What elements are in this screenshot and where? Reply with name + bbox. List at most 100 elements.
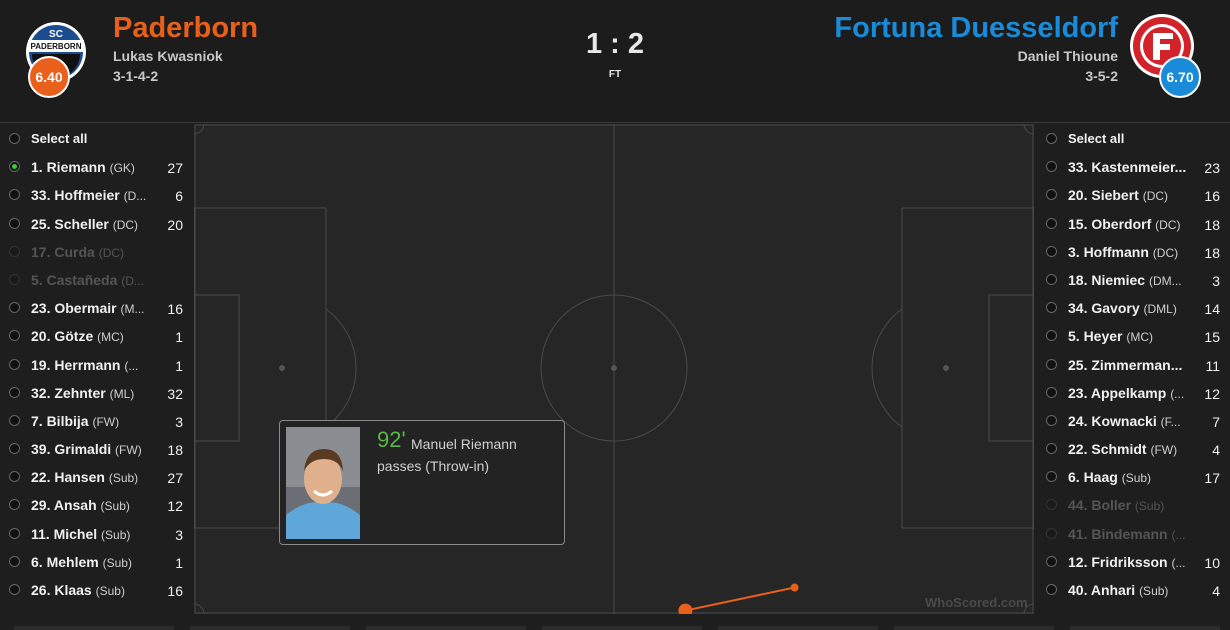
pass-count: 7 <box>1212 413 1220 430</box>
home-team-name[interactable]: Paderborn <box>113 12 258 45</box>
player-row[interactable]: 25. Scheller (DC) 20 <box>0 211 194 239</box>
radio-icon[interactable] <box>1046 133 1057 144</box>
player-row[interactable]: 33. Hoffmeier (D... 6 <box>0 182 194 210</box>
player-position: (D... <box>121 273 144 288</box>
player-row[interactable]: 15. Oberdorf (DC) 18 <box>1037 211 1230 239</box>
pass-count: 11 <box>1205 357 1220 374</box>
radio-icon[interactable] <box>1046 217 1057 229</box>
player-row[interactable]: 22. Schmidt (FW) 4 <box>1037 436 1230 464</box>
pass-count: 17 <box>1204 470 1220 487</box>
player-row[interactable]: 3. Hoffmann (DC) 18 <box>1037 239 1230 267</box>
player-row[interactable]: 33. Kastenmeier... 23 <box>1037 154 1230 182</box>
away-team-name[interactable]: Fortuna Duesseldorf <box>834 12 1118 45</box>
player-row[interactable]: 44. Boller (Sub) <box>1037 492 1230 520</box>
player-name: 20. Götze (MC) <box>31 328 124 345</box>
player-row[interactable]: 1. Riemann (GK) 27 <box>0 154 194 182</box>
player-name: 34. Gavory (DML) <box>1068 300 1177 317</box>
player-row[interactable]: 12. Fridriksson (... 10 <box>1037 549 1230 577</box>
radio-icon[interactable] <box>1046 330 1057 342</box>
radio-icon[interactable] <box>9 414 20 426</box>
player-row[interactable]: 40. Anhari (Sub) 4 <box>1037 577 1230 605</box>
radio-icon[interactable] <box>9 217 20 229</box>
radio-icon[interactable] <box>9 302 20 314</box>
footer-bar <box>542 626 702 630</box>
player-row[interactable]: 23. Appelkamp (... 12 <box>1037 380 1230 408</box>
radio-icon[interactable] <box>9 245 20 257</box>
radio-icon[interactable] <box>9 273 20 285</box>
player-row[interactable]: 5. Castañeda (D... <box>0 267 194 295</box>
radio-icon[interactable] <box>1046 245 1057 257</box>
radio-icon[interactable] <box>1046 527 1057 539</box>
radio-icon[interactable] <box>9 527 20 539</box>
player-row[interactable]: 7. Bilbija (FW) 3 <box>0 408 194 436</box>
radio-icon[interactable] <box>9 161 20 173</box>
away-select-all[interactable]: Select all <box>1037 126 1230 154</box>
radio-icon[interactable] <box>1046 273 1057 285</box>
player-row[interactable]: 22. Hansen (Sub) 27 <box>0 464 194 492</box>
player-name: 7. Bilbija (FW) <box>31 412 120 429</box>
player-row[interactable]: 24. Kownacki (F... 7 <box>1037 408 1230 436</box>
radio-icon[interactable] <box>1046 443 1057 455</box>
player-row[interactable]: 18. Niemiec (DM... 3 <box>1037 267 1230 295</box>
radio-icon[interactable] <box>9 471 20 483</box>
pass-count: 3 <box>175 526 183 543</box>
player-row[interactable]: 20. Götze (MC) 1 <box>0 323 194 351</box>
player-name: 41. Bindemann (... <box>1068 525 1186 542</box>
radio-icon[interactable] <box>1046 302 1057 314</box>
radio-icon[interactable] <box>1046 499 1057 511</box>
radio-icon[interactable] <box>9 443 20 455</box>
player-name: 6. Haag (Sub) <box>1068 469 1152 486</box>
pass-count: 15 <box>1204 329 1220 346</box>
home-select-all[interactable]: Select all <box>0 126 194 154</box>
radio-icon[interactable] <box>1046 584 1057 595</box>
radio-icon[interactable] <box>9 386 20 398</box>
radio-icon[interactable] <box>1046 414 1057 426</box>
player-row[interactable]: 17. Curda (DC) <box>0 239 194 267</box>
player-row[interactable]: 41. Bindemann (... <box>1037 521 1230 549</box>
radio-icon[interactable] <box>1046 471 1057 483</box>
player-name: 17. Curda (DC) <box>31 243 125 260</box>
radio-icon[interactable] <box>1046 189 1057 201</box>
player-row[interactable]: 6. Mehlem (Sub) 1 <box>0 549 194 577</box>
player-row[interactable]: 25. Zimmerman... 11 <box>1037 352 1230 380</box>
player-row[interactable]: 11. Michel (Sub) 3 <box>0 521 194 549</box>
player-row[interactable]: 29. Ansah (Sub) 12 <box>0 492 194 520</box>
pass-end-point[interactable] <box>790 583 799 592</box>
radio-icon[interactable] <box>9 133 20 144</box>
radio-icon[interactable] <box>1046 161 1057 173</box>
player-row[interactable]: 23. Obermair (M... 16 <box>0 295 194 323</box>
player-position: (Sub) <box>95 584 125 598</box>
player-row[interactable]: 5. Heyer (MC) 15 <box>1037 323 1230 351</box>
player-position: (Sub) <box>108 471 139 486</box>
player-name: 25. Zimmerman... <box>1068 356 1183 373</box>
center-spot <box>611 365 617 371</box>
radio-icon[interactable] <box>9 189 20 201</box>
pass-count: 12 <box>167 498 183 515</box>
player-name: 39. Grimaldi (FW) <box>31 441 142 458</box>
radio-icon[interactable] <box>9 499 20 511</box>
player-name: 33. Hoffmeier (D... <box>31 187 147 204</box>
pass-count: 18 <box>167 442 183 459</box>
radio-icon[interactable] <box>9 358 20 370</box>
player-row[interactable]: 32. Zehnter (ML) 32 <box>0 380 194 408</box>
radio-icon[interactable] <box>1046 386 1057 398</box>
player-position: (DC) <box>98 245 125 260</box>
pass-count: 27 <box>167 470 183 487</box>
radio-icon[interactable] <box>9 330 20 342</box>
player-position: (Sub) <box>101 527 131 542</box>
player-name: 22. Schmidt (FW) <box>1068 441 1178 458</box>
radio-icon[interactable] <box>9 555 20 567</box>
pass-count: 4 <box>1212 442 1220 459</box>
radio-icon[interactable] <box>1046 358 1057 370</box>
player-row[interactable]: 34. Gavory (DML) 14 <box>1037 295 1230 323</box>
player-row[interactable]: 39. Grimaldi (FW) 18 <box>0 436 194 464</box>
match-header: SC PADERBORN 6.40 Paderborn Lukas Kwasni… <box>0 0 1230 123</box>
player-row[interactable]: 19. Herrmann (... 1 <box>0 352 194 380</box>
radio-icon[interactable] <box>1046 555 1057 567</box>
player-row[interactable]: 20. Siebert (DC) 16 <box>1037 182 1230 210</box>
player-position: (FW) <box>92 414 120 429</box>
radio-icon[interactable] <box>9 584 20 595</box>
player-row[interactable]: 26. Klaas (Sub) 16 <box>0 577 194 605</box>
player-row[interactable]: 6. Haag (Sub) 17 <box>1037 464 1230 492</box>
player-position: (M... <box>120 302 145 317</box>
